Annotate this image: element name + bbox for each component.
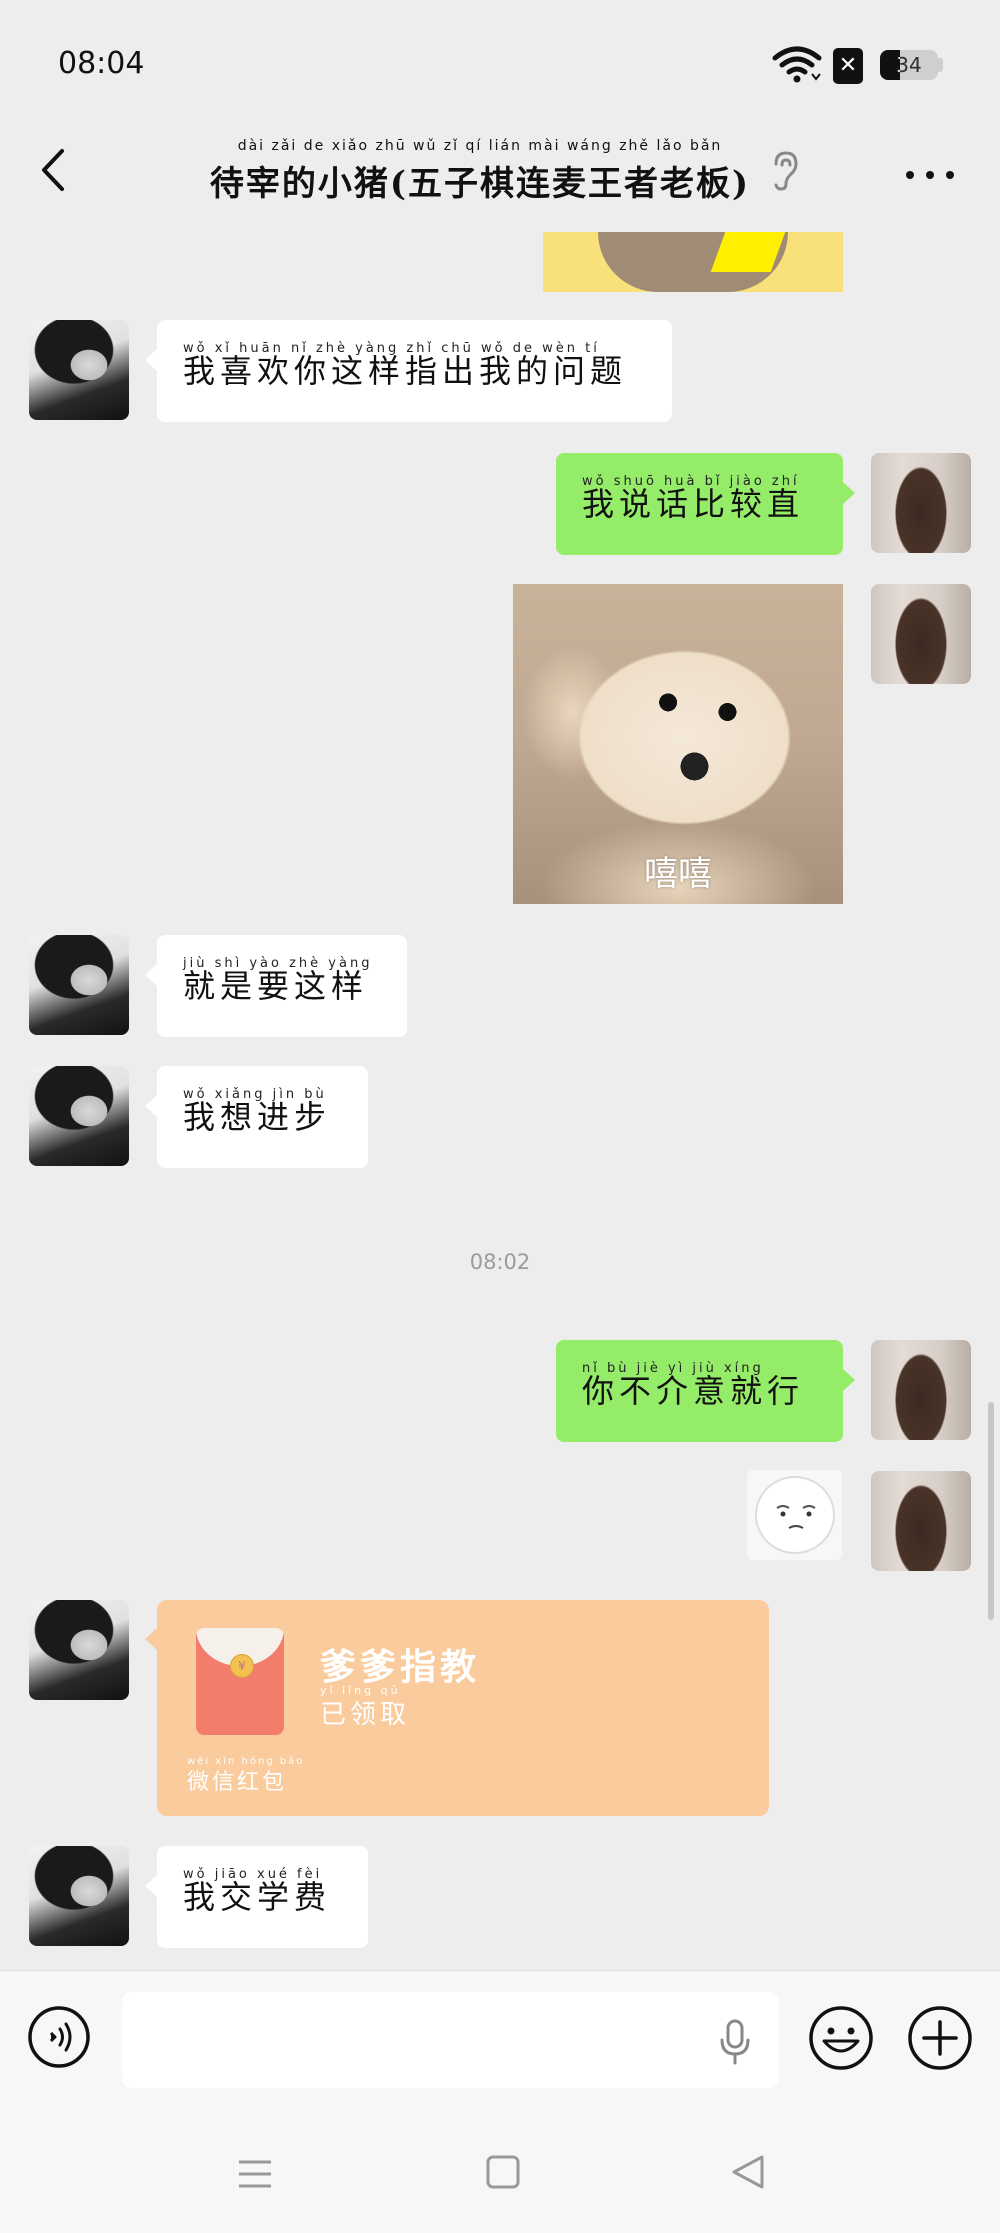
timestamp: 08:02 [469, 1250, 531, 1274]
sticker-image[interactable] [747, 1470, 842, 1560]
message-pinyin: jiù shì yào zhè yàng [183, 956, 373, 971]
bubble-tail [145, 1095, 157, 1117]
add-icon[interactable] [907, 2005, 973, 2071]
status-time: 08:04 [58, 46, 145, 81]
red-packet-label: 微信红包 [187, 1770, 288, 1795]
emoji-icon[interactable] [808, 2005, 874, 2071]
recent-apps-icon[interactable] [237, 2158, 273, 2190]
battery-icon: 34 [880, 50, 938, 80]
bubble-tail [145, 1628, 157, 1650]
bubble-tail [145, 349, 157, 371]
chat-title-text: 待宰的小猪(五子棋连麦王者老板) [209, 164, 751, 204]
message-input[interactable] [122, 1992, 779, 2088]
message-bubble[interactable]: wǒ xǐ huān nǐ zhè yàng zhǐ chū wǒ de wèn… [157, 320, 672, 422]
voice-toggle-icon[interactable] [27, 2005, 91, 2069]
message-bubble[interactable]: wǒ shuō huà bǐ jiào zhí 我说话比较直 [556, 453, 843, 555]
avatar[interactable] [29, 320, 129, 420]
bubble-tail [145, 1875, 157, 1897]
avatar[interactable] [871, 453, 971, 553]
avatar[interactable] [871, 584, 971, 684]
message-bubble[interactable]: nǐ bù jiè yì jiù xíng 你不介意就行 [556, 1340, 843, 1442]
avatar[interactable] [871, 1471, 971, 1571]
message-pinyin: wǒ jiāo xué fèi [183, 1867, 323, 1882]
red-packet-title: 爹爹指教 [320, 1646, 481, 1688]
message-bubble[interactable]: wǒ jiāo xué fèi 我交学费 [157, 1846, 368, 1948]
back-triangle-icon[interactable] [730, 2154, 766, 2190]
image-caption: 嘻嘻 [644, 854, 712, 894]
chat-title: dài zǎi de xiǎo zhū wǔ zǐ qí lián mài wá… [0, 138, 1000, 205]
bubble-tail [145, 964, 157, 986]
wifi-icon [772, 46, 822, 83]
face-icon [776, 1505, 816, 1529]
message-pinyin: wǒ xǐ huān nǐ zhè yàng zhǐ chū wǒ de wèn… [183, 341, 600, 356]
avatar[interactable] [29, 1846, 129, 1946]
message-bubble[interactable]: wǒ xiǎng jìn bù 我想进步 [157, 1066, 368, 1168]
ear-icon[interactable] [770, 150, 800, 192]
message-bubble[interactable]: jiù shì yào zhè yàng 就是要这样 [157, 935, 407, 1037]
bubble-tail [843, 1369, 855, 1391]
avatar[interactable] [29, 935, 129, 1035]
red-packet-status: 已领取 [320, 1700, 411, 1730]
message-pinyin: wǒ xiǎng jìn bù [183, 1087, 327, 1102]
scrollbar[interactable] [988, 1402, 994, 1620]
battery-cap [938, 58, 943, 72]
sim-off-icon: ✕ [833, 48, 863, 84]
avatar[interactable] [29, 1066, 129, 1166]
chat-title-pinyin: dài zǎi de xiǎo zhū wǔ zǐ qí lián mài wá… [237, 138, 723, 154]
bubble-tail [843, 482, 855, 504]
avatar[interactable] [871, 1340, 971, 1440]
home-icon[interactable] [486, 2155, 520, 2189]
message-pinyin: wǒ shuō huà bǐ jiào zhí [582, 474, 800, 489]
more-icon[interactable] [900, 155, 960, 195]
red-packet-icon: ¥ [196, 1628, 284, 1735]
message-pinyin: nǐ bù jiè yì jiù xíng [582, 1361, 764, 1376]
avatar[interactable] [29, 1600, 129, 1700]
microphone-icon[interactable] [715, 2018, 755, 2066]
battery-level: 34 [896, 53, 922, 77]
sticker-image[interactable] [543, 232, 843, 292]
